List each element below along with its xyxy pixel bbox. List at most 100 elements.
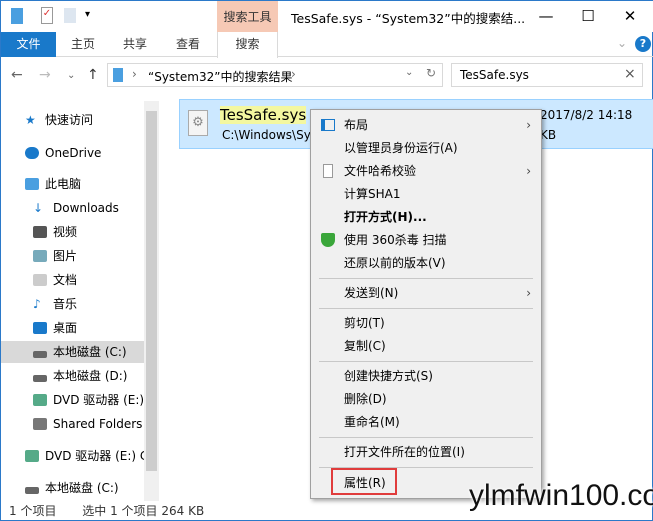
sidebar-item-label: OneDrive	[45, 146, 102, 160]
sidebar-item-this-pc[interactable]: 此电脑	[1, 173, 144, 195]
sidebar-item-label: 本地磁盘 (D:)	[53, 369, 128, 383]
help-icon[interactable]: ?	[635, 36, 651, 52]
cloud-icon	[25, 147, 39, 159]
sidebar-item-downloads[interactable]: ↓ Downloads	[1, 197, 144, 219]
sidebar-item-local-disk-c-root[interactable]: 本地磁盘 (C:)	[1, 477, 144, 499]
expand-ribbon-icon[interactable]: ⌄	[617, 36, 627, 50]
drive-icon	[25, 487, 39, 494]
folder-icon	[11, 8, 23, 24]
sidebar-item-label: Shared Folders	[53, 417, 143, 431]
menu-item-copy[interactable]: 复制(C)	[311, 335, 541, 357]
search-input[interactable]: TesSafe.sys	[451, 63, 643, 87]
menu-item-file-hash[interactable]: 文件哈希校验 ›	[311, 160, 541, 182]
layout-icon	[321, 119, 335, 131]
desktop-icon	[33, 322, 47, 334]
watermark: ylmfwin100.com	[469, 479, 653, 512]
sidebar-item-documents[interactable]: 文档	[1, 269, 144, 291]
up-button[interactable]: ↑	[87, 67, 99, 83]
back-button[interactable]: ←	[11, 67, 23, 83]
sidebar-item-label: 视频	[53, 225, 78, 239]
maximize-button[interactable]: ☐	[573, 5, 603, 27]
menu-label: 文件哈希校验	[344, 164, 417, 178]
star-icon: ★	[25, 113, 36, 127]
sidebar-item-label: 音乐	[53, 297, 78, 311]
menu-item-rename[interactable]: 重命名(M)	[311, 411, 541, 433]
breadcrumb-chevron-icon[interactable]: ›	[291, 67, 296, 81]
file-icon	[323, 164, 333, 178]
highlight-box	[331, 468, 397, 495]
sidebar-item-label: DVD 驱动器 (E:)	[53, 393, 144, 407]
sidebar-item-shared-folders[interactable]: Shared Folders	[1, 413, 144, 435]
submenu-arrow-icon: ›	[526, 164, 531, 178]
folder-icon	[113, 68, 123, 82]
tab-home[interactable]: 主页	[59, 32, 107, 57]
tab-view[interactable]: 查看	[164, 32, 212, 57]
breadcrumb-path[interactable]: “System32”中的搜索结果	[148, 68, 292, 85]
sidebar-item-label: 此电脑	[45, 177, 82, 191]
sidebar-item-desktop[interactable]: 桌面	[1, 317, 144, 339]
sidebar-item-quick-access[interactable]: ★ 快速访问	[1, 109, 144, 131]
sidebar-item-onedrive[interactable]: OneDrive	[1, 142, 144, 164]
menu-label: 删除(D)	[344, 392, 387, 406]
new-folder-qat-icon[interactable]	[64, 8, 76, 23]
menu-item-sha1[interactable]: 计算SHA1	[311, 183, 541, 205]
menu-label: 计算SHA1	[344, 187, 401, 201]
search-tools-context-tab: 搜索工具	[217, 1, 278, 32]
sidebar-item-music[interactable]: ♪ 音乐	[1, 293, 144, 315]
selection-info: 选中 1 个项目 264 KB	[82, 504, 205, 518]
forward-button[interactable]: →	[39, 67, 51, 83]
address-bar[interactable]: › “System32”中的搜索结果 › ⌄ ↻	[107, 63, 443, 87]
clear-search-button[interactable]: ×	[624, 66, 636, 82]
qat-dropdown-icon[interactable]: ▾	[85, 9, 90, 20]
dvd-icon	[25, 450, 39, 462]
menu-item-layout[interactable]: 布局 ›	[311, 114, 541, 136]
close-button[interactable]: ✕	[615, 5, 645, 27]
refresh-icon[interactable]: ↻	[426, 66, 436, 80]
file-date: 2017/8/2 14:18	[540, 108, 633, 122]
menu-item-run-as-admin[interactable]: 以管理员身份运行(A)	[311, 137, 541, 159]
document-icon	[33, 274, 47, 286]
sidebar-item-dvd-drive[interactable]: DVD 驱动器 (E:)	[1, 389, 144, 411]
sidebar-item-videos[interactable]: 视频	[1, 221, 144, 243]
file-size: KB	[540, 128, 557, 142]
tab-search[interactable]: 搜索	[217, 32, 278, 58]
tab-share[interactable]: 共享	[111, 32, 159, 57]
sidebar-item-label: 本地磁盘 (C:)	[53, 345, 127, 359]
dvd-icon	[33, 394, 47, 406]
recent-locations-icon[interactable]: ⌄	[67, 70, 75, 81]
tab-file[interactable]: 文件	[1, 32, 56, 57]
menu-label: 剪切(T)	[344, 316, 385, 330]
menu-separator	[319, 361, 533, 362]
sidebar-item-dvd-drive-root[interactable]: DVD 驱动器 (E:) C	[1, 445, 144, 467]
properties-qat-icon[interactable]: ✓	[41, 7, 53, 24]
music-icon: ♪	[33, 297, 41, 311]
minimize-button[interactable]: —	[531, 5, 561, 27]
sidebar-item-local-disk-c[interactable]: 本地磁盘 (C:)	[1, 341, 144, 363]
menu-item-cut[interactable]: 剪切(T)	[311, 312, 541, 334]
sidebar-item-local-disk-d[interactable]: 本地磁盘 (D:)	[1, 365, 144, 387]
sidebar-scrollbar-thumb[interactable]	[146, 111, 157, 471]
item-count: 1 个项目	[9, 504, 57, 518]
video-icon	[33, 226, 47, 238]
menu-label: 复制(C)	[344, 339, 386, 353]
menu-item-open-file-location[interactable]: 打开文件所在的位置(I)	[311, 441, 541, 463]
menu-label: 重命名(M)	[344, 415, 400, 429]
sidebar-item-pictures[interactable]: 图片	[1, 245, 144, 267]
menu-item-create-shortcut[interactable]: 创建快捷方式(S)	[311, 365, 541, 387]
sidebar-item-label: 文档	[53, 273, 78, 287]
breadcrumb-chevron-icon: ›	[132, 67, 137, 81]
menu-item-open-with[interactable]: 打开方式(H)...	[311, 206, 541, 228]
menu-item-360-scan[interactable]: 使用 360杀毒 扫描	[311, 229, 541, 251]
sidebar-item-label: DVD 驱动器 (E:) C	[45, 449, 144, 463]
menu-item-send-to[interactable]: 发送到(N) ›	[311, 282, 541, 304]
file-path: C:\Windows\Sy	[222, 128, 311, 142]
file-name: TesSafe.sys	[220, 106, 307, 124]
drive-icon	[33, 375, 47, 382]
context-menu: 布局 › 以管理员身份运行(A) 文件哈希校验 › 计算SHA1 打开方式(H)..…	[310, 109, 542, 499]
pictures-icon	[33, 250, 47, 262]
menu-label: 还原以前的版本(V)	[344, 256, 446, 270]
address-dropdown-icon[interactable]: ⌄	[405, 67, 413, 78]
menu-item-restore-versions[interactable]: 还原以前的版本(V)	[311, 252, 541, 274]
menu-item-delete[interactable]: 删除(D)	[311, 388, 541, 410]
menu-label: 打开文件所在的位置(I)	[344, 445, 465, 459]
